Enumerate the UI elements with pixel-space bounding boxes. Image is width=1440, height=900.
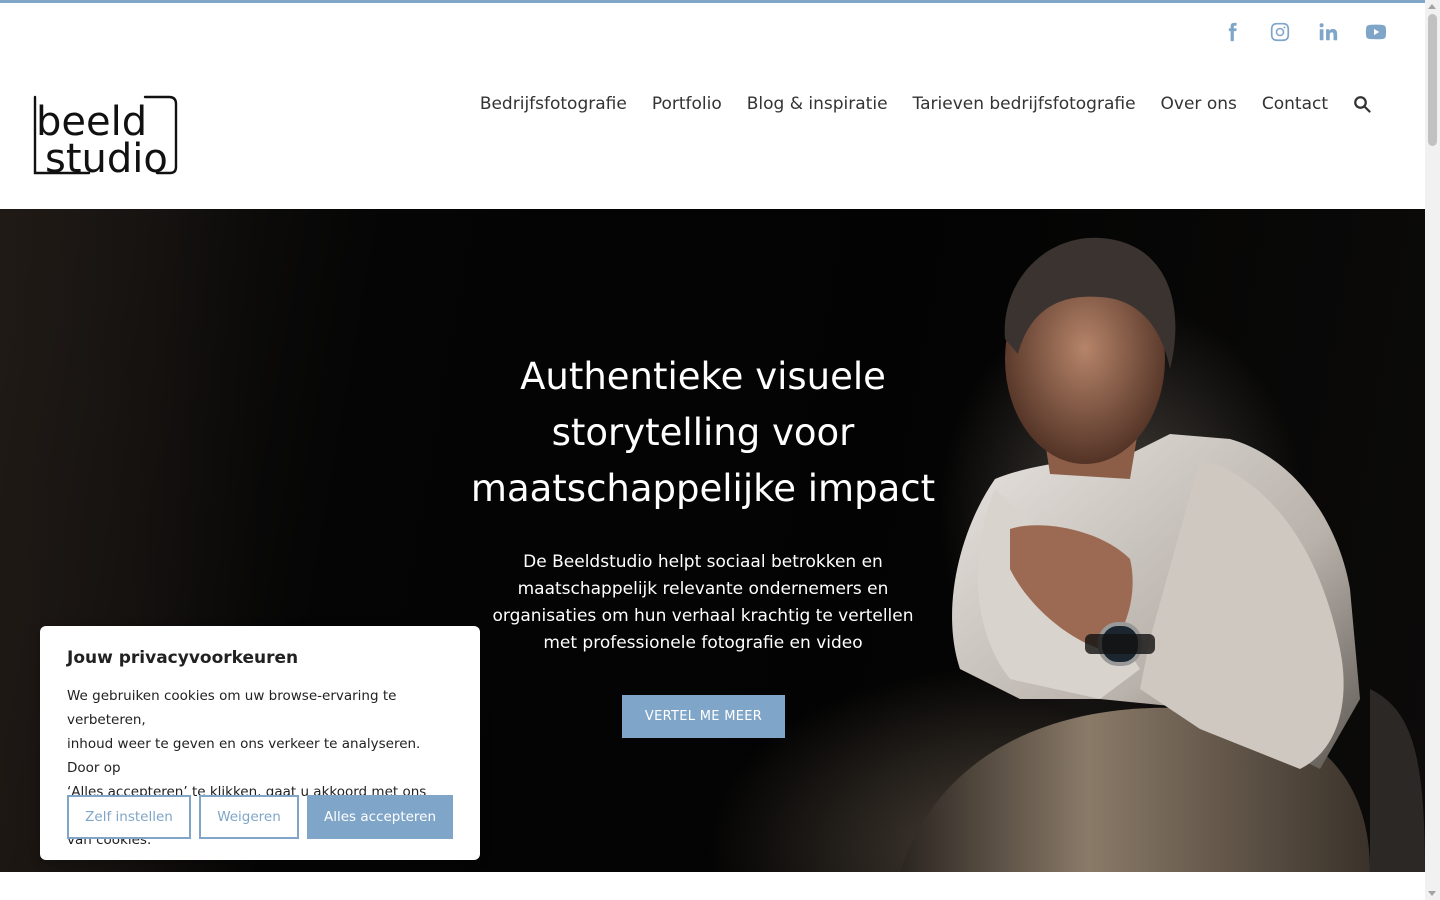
social-links (1221, 21, 1387, 43)
nav-item-over-ons[interactable]: Over ons (1161, 94, 1237, 114)
alles-accepteren-button[interactable]: Alles accepteren (307, 795, 453, 839)
cookie-consent-banner: Jouw privacyvoorkeuren We gebruiken cook… (40, 626, 480, 860)
weigeren-button[interactable]: Weigeren (199, 795, 299, 839)
hero-text-line: met professionele fotografie en video (543, 633, 863, 653)
hero-title: Authentieke visuele storytelling voor ma… (403, 349, 1003, 517)
instagram-icon[interactable] (1269, 21, 1291, 43)
hero-title-line: storytelling voor (551, 411, 855, 454)
site-header: beeld studio Bedrijfsfotografie Portfoli… (0, 3, 1425, 209)
beeldstudio-logo[interactable]: beeld studio (33, 95, 178, 182)
hero-text-line: maatschappelijk relevante ondernemers en (517, 579, 889, 599)
cookie-buttons: Zelf instellen Weigeren Alles accepteren (67, 795, 453, 839)
hero-title-line: Authentieke visuele (520, 355, 886, 398)
nav-item-portfolio[interactable]: Portfolio (652, 94, 722, 114)
nav-item-blog[interactable]: Blog & inspiratie (747, 94, 888, 114)
nav-item-contact[interactable]: Contact (1262, 94, 1328, 114)
scroll-down-arrow-icon[interactable] (1428, 891, 1436, 896)
nav-item-tarieven[interactable]: Tarieven bedrijfsfotografie (913, 94, 1136, 114)
hero-text-line: De Beeldstudio helpt sociaal betrokken e… (523, 552, 883, 572)
cookie-text-line: We gebruiken cookies om uw browse-ervari… (67, 688, 397, 728)
scroll-up-arrow-icon[interactable] (1428, 4, 1436, 9)
logo-text-studio: studio (45, 136, 168, 175)
hero-title-line: maatschappelijke impact (470, 467, 936, 510)
zelf-instellen-button[interactable]: Zelf instellen (67, 795, 191, 839)
vertel-me-meer-button[interactable]: VERTEL ME MEER (622, 695, 785, 738)
facebook-icon[interactable] (1221, 21, 1243, 43)
scrollbar-thumb[interactable] (1428, 14, 1437, 146)
linkedin-icon[interactable] (1317, 21, 1339, 43)
hero-portrait-image (900, 237, 1425, 872)
cookie-title: Jouw privacyvoorkeuren (67, 648, 299, 668)
youtube-icon[interactable] (1365, 21, 1387, 43)
main-navigation: Bedrijfsfotografie Portfolio Blog & insp… (455, 94, 1371, 114)
hero-description: De Beeldstudio helpt sociaal betrokken e… (453, 549, 953, 657)
cookie-text-line: inhoud weer te geven en ons verkeer te a… (67, 736, 421, 776)
nav-item-bedrijfsfotografie[interactable]: Bedrijfsfotografie (480, 94, 627, 114)
hero-text-line: organisaties om hun verhaal krachtig te … (492, 606, 914, 626)
page-scrollbar[interactable] (1425, 0, 1440, 900)
search-icon[interactable] (1353, 95, 1371, 113)
